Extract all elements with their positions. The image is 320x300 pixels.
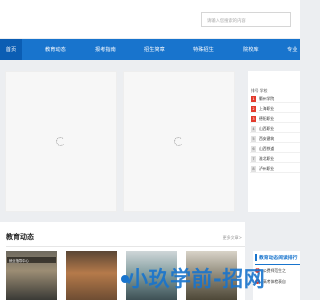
banner-slide-right[interactable] bbox=[123, 71, 235, 212]
nav-item-exam-guide[interactable]: 报考指南 bbox=[95, 46, 116, 53]
top-header: 请输入您搜索的内容 bbox=[0, 0, 300, 38]
school-ranking-panel: 排号 学校 1 衢州学院 2 上海职业 3 德阳职业 4 山西职业 5 西安建筑… bbox=[248, 71, 300, 212]
loading-spinner-icon bbox=[174, 136, 183, 146]
more-articles-link[interactable]: 更多文章> bbox=[223, 235, 242, 241]
banner-slide-left[interactable] bbox=[5, 71, 117, 212]
nav-item-major[interactable]: 专业 bbox=[287, 46, 297, 53]
ranking-row[interactable]: 2 上海职业 bbox=[250, 104, 300, 113]
ranking-row[interactable]: 6 山西铁道 bbox=[250, 144, 300, 153]
nav-item-admission-brochure[interactable]: 招生简章 bbox=[144, 46, 165, 53]
rank-number: 4 bbox=[251, 126, 256, 132]
nav-item-home[interactable]: 首页 bbox=[0, 39, 22, 60]
ranking-row[interactable]: 8 泸州职业 bbox=[250, 164, 300, 173]
ranking-row[interactable]: 5 西安建筑 bbox=[250, 134, 300, 143]
rank-number: 1 bbox=[251, 96, 256, 102]
ranking-row[interactable]: 4 山西职业 bbox=[250, 124, 300, 133]
loading-spinner-icon bbox=[56, 136, 65, 146]
hot-article-title[interactable]: 高考体检表自 bbox=[263, 279, 286, 285]
reading-ranking-title: 教育动态阅读排行 bbox=[259, 256, 298, 261]
nav-item-school-database[interactable]: 院校库 bbox=[243, 46, 259, 53]
rank-number: 3 bbox=[251, 116, 256, 122]
divider bbox=[6, 246, 245, 247]
rank-number: 2 bbox=[251, 106, 256, 112]
rank-school-name[interactable]: 山西职业 bbox=[259, 126, 274, 132]
news-card-caption: 就业指导中心 bbox=[7, 257, 56, 263]
search-input[interactable]: 请输入您搜索的内容 bbox=[201, 12, 291, 27]
news-card[interactable]: 就业指导中心 bbox=[6, 251, 57, 300]
rank-school-name[interactable]: 山西铁道 bbox=[259, 146, 274, 152]
rank-number: 5 bbox=[251, 136, 256, 142]
hot-article-title[interactable]: 公费师范生之 bbox=[263, 268, 286, 274]
rank-number: 6 bbox=[251, 146, 256, 152]
ranking-row[interactable]: 7 淮北职业 bbox=[250, 154, 300, 163]
news-card[interactable] bbox=[66, 251, 117, 300]
section-title: 教育动态 bbox=[6, 233, 34, 241]
ranking-row[interactable]: 3 德阳职业 bbox=[250, 114, 300, 123]
title-accent-bar bbox=[255, 254, 257, 261]
rank-school-name[interactable]: 上海职业 bbox=[259, 106, 274, 112]
rank-school-name[interactable]: 西安建筑 bbox=[259, 136, 274, 142]
nav-item-education-news[interactable]: 教育动态 bbox=[45, 46, 66, 53]
main-nav: 首页 教育动态 报考指南 招生简章 特殊招生 院校库 专业 bbox=[0, 39, 300, 60]
page: 请输入您搜索的内容 首页 教育动态 报考指南 招生简章 特殊招生 院校库 专业 … bbox=[0, 0, 300, 300]
ranking-row[interactable]: 1 衢州学院 bbox=[250, 94, 300, 103]
rank-school-name[interactable]: 淮北职业 bbox=[259, 156, 274, 162]
rank-number: 7 bbox=[251, 156, 256, 162]
rank-number: 8 bbox=[251, 166, 256, 172]
rank-school-name[interactable]: 衢州学院 bbox=[259, 96, 274, 102]
watermark-text: 小玖学前-招网 bbox=[127, 267, 266, 291]
rank-school-name[interactable]: 德阳职业 bbox=[259, 116, 274, 122]
rank-school-name[interactable]: 泸州职业 bbox=[259, 166, 274, 172]
nav-item-special-admission[interactable]: 特殊招生 bbox=[193, 46, 214, 53]
